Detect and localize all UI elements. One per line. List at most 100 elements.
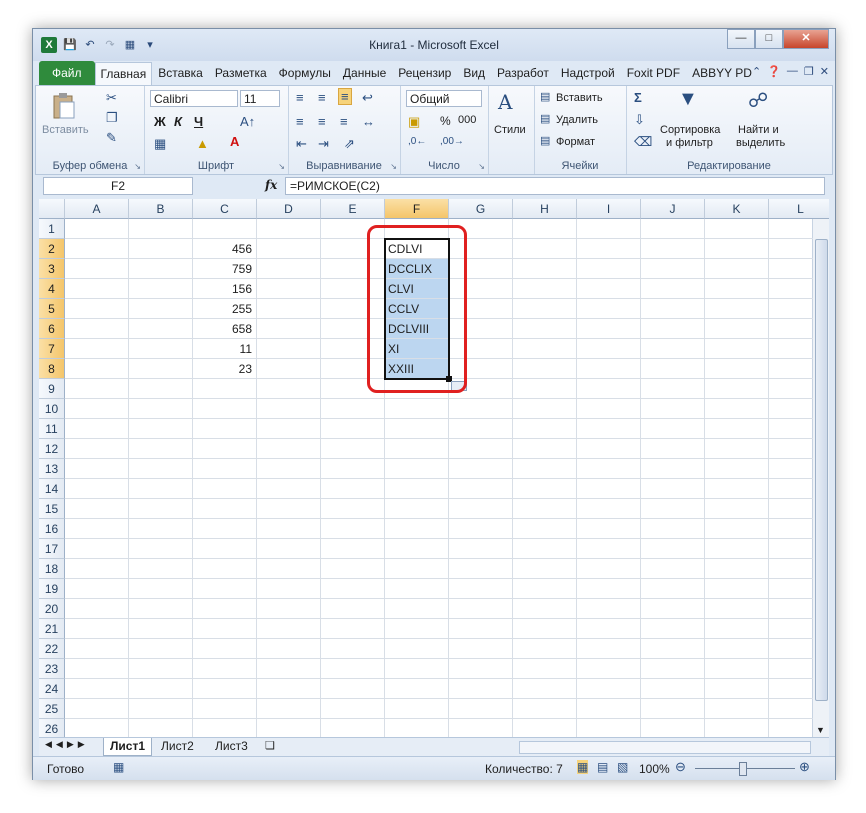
align-top-icon[interactable]: ≡ [296, 90, 304, 105]
worksheet-grid[interactable]: ▲ ▼ ABCDEFGHIJKL123456789101112131415161… [39, 199, 829, 739]
copy-icon[interactable]: ❐ [106, 110, 118, 126]
column-header-b[interactable]: B [129, 199, 193, 219]
number-format-select[interactable]: Общий [406, 90, 482, 107]
align-middle-icon[interactable]: ≡ [318, 90, 326, 105]
italic-button[interactable]: К [174, 114, 182, 129]
column-header-j[interactable]: J [641, 199, 705, 219]
formula-input[interactable]: =РИМСКОЕ(C2) [285, 177, 825, 195]
align-right-icon[interactable]: ≡ [340, 114, 348, 129]
doc-minimize-icon[interactable]: — [787, 65, 798, 78]
align-left-icon[interactable]: ≡ [296, 114, 304, 129]
row-header-2[interactable]: 2 [39, 239, 65, 259]
cell-c4[interactable]: 156 [193, 279, 256, 298]
normal-view-icon[interactable]: ▦ [577, 760, 589, 774]
wrap-text-icon[interactable]: ↩ [362, 90, 373, 106]
ribbon-collapse-icon[interactable]: ⌃ [752, 65, 761, 78]
fill-color-icon[interactable]: ▲ [196, 136, 209, 151]
delete-cells-button[interactable]: Удалить [556, 114, 598, 126]
row-header-5[interactable]: 5 [39, 299, 65, 319]
macro-record-icon[interactable]: ▦ [113, 760, 124, 774]
cut-icon[interactable]: ✂ [106, 90, 117, 106]
insert-function-icon[interactable]: fx [265, 178, 277, 192]
number-launcher-icon[interactable]: ↘ [478, 162, 485, 171]
sort-filter-icon[interactable]: ▼ [678, 88, 698, 111]
column-header-g[interactable]: G [449, 199, 513, 219]
insert-cells-icon[interactable]: ▤ [540, 90, 550, 103]
borders-icon[interactable]: ▦ [154, 136, 166, 152]
row-header-21[interactable]: 21 [39, 619, 65, 639]
row-header-26[interactable]: 26 [39, 719, 65, 739]
scroll-down-icon[interactable]: ▼ [816, 725, 825, 735]
select-all-corner[interactable] [39, 199, 65, 219]
cell-c6[interactable]: 658 [193, 319, 256, 338]
clipboard-launcher-icon[interactable]: ↘ [134, 162, 141, 171]
doc-close-icon[interactable]: ✕ [820, 65, 829, 78]
zoom-in-icon[interactable]: ⊕ [799, 759, 810, 775]
column-header-e[interactable]: E [321, 199, 385, 219]
cell-c5[interactable]: 255 [193, 299, 256, 318]
row-header-20[interactable]: 20 [39, 599, 65, 619]
clear-icon[interactable]: ⌫ [634, 134, 652, 150]
tab-addins[interactable]: Надстрой [555, 61, 621, 85]
find-select-button[interactable]: Найти и [738, 124, 779, 136]
insert-cells-button[interactable]: Вставить [556, 92, 603, 104]
font-grow-icon[interactable]: A↑ [240, 114, 255, 129]
cell-c7[interactable]: 11 [193, 339, 256, 358]
row-header-17[interactable]: 17 [39, 539, 65, 559]
paste-button[interactable]: Вставить [42, 124, 89, 136]
row-header-15[interactable]: 15 [39, 499, 65, 519]
help-icon[interactable]: ❓ [767, 65, 781, 78]
zoom-slider-thumb[interactable] [739, 762, 747, 776]
decrease-indent-icon[interactable]: ⇤ [296, 136, 307, 152]
align-center-icon[interactable]: ≡ [318, 114, 326, 129]
bold-button[interactable]: Ж [154, 114, 166, 129]
font-name-select[interactable]: Calibri [150, 90, 238, 107]
row-header-3[interactable]: 3 [39, 259, 65, 279]
row-header-25[interactable]: 25 [39, 699, 65, 719]
zoom-out-icon[interactable]: ⊖ [675, 759, 686, 775]
vertical-scrollbar[interactable]: ▲ ▼ [812, 199, 829, 739]
styles-button[interactable]: Стили [494, 124, 526, 136]
column-header-i[interactable]: I [577, 199, 641, 219]
row-header-16[interactable]: 16 [39, 519, 65, 539]
tab-page-layout[interactable]: Разметка [209, 61, 273, 85]
tab-developer[interactable]: Разработ [491, 61, 555, 85]
merge-cells-icon[interactable]: ↔ [362, 114, 375, 129]
orientation-icon[interactable]: ⇗ [344, 136, 355, 152]
font-launcher-icon[interactable]: ↘ [278, 162, 285, 171]
row-header-13[interactable]: 13 [39, 459, 65, 479]
row-header-18[interactable]: 18 [39, 559, 65, 579]
sheet-tab-1[interactable]: Лист1 [103, 738, 153, 756]
minimize-button[interactable]: — [727, 29, 755, 49]
close-button[interactable]: ✕ [783, 29, 829, 49]
row-header-12[interactable]: 12 [39, 439, 65, 459]
column-header-f[interactable]: F [385, 199, 449, 219]
column-header-d[interactable]: D [257, 199, 321, 219]
row-header-4[interactable]: 4 [39, 279, 65, 299]
row-header-23[interactable]: 23 [39, 659, 65, 679]
autosum-icon[interactable]: Σ [634, 90, 642, 105]
sort-filter-button[interactable]: Сортировка [660, 124, 720, 136]
tab-file[interactable]: Файл [39, 61, 95, 85]
tab-review[interactable]: Рецензир [392, 61, 457, 85]
find-select-button-line2[interactable]: выделить [736, 137, 785, 149]
column-header-h[interactable]: H [513, 199, 577, 219]
tab-formulas[interactable]: Формулы [273, 61, 337, 85]
format-painter-icon[interactable]: ✎ [106, 130, 117, 146]
row-header-11[interactable]: 11 [39, 419, 65, 439]
tab-insert[interactable]: Вставка [152, 61, 209, 85]
sheet-tab-3[interactable]: Лист3 [209, 738, 254, 755]
doc-restore-icon[interactable]: ❐ [804, 65, 814, 78]
increase-decimal-icon[interactable]: ,0← [408, 136, 426, 147]
font-color-icon[interactable]: A [230, 134, 239, 149]
format-cells-icon[interactable]: ▤ [540, 134, 550, 147]
page-break-view-icon[interactable]: ▧ [617, 760, 628, 774]
row-header-24[interactable]: 24 [39, 679, 65, 699]
column-header-l[interactable]: L [769, 199, 829, 219]
tab-view[interactable]: Вид [457, 61, 491, 85]
percent-button[interactable]: % [440, 114, 451, 128]
tab-data[interactable]: Данные [337, 61, 392, 85]
horizontal-scrollbar[interactable] [519, 741, 811, 754]
tab-abbyy-pdf[interactable]: ABBYY PD [686, 61, 758, 85]
cell-c8[interactable]: 23 [193, 359, 256, 378]
